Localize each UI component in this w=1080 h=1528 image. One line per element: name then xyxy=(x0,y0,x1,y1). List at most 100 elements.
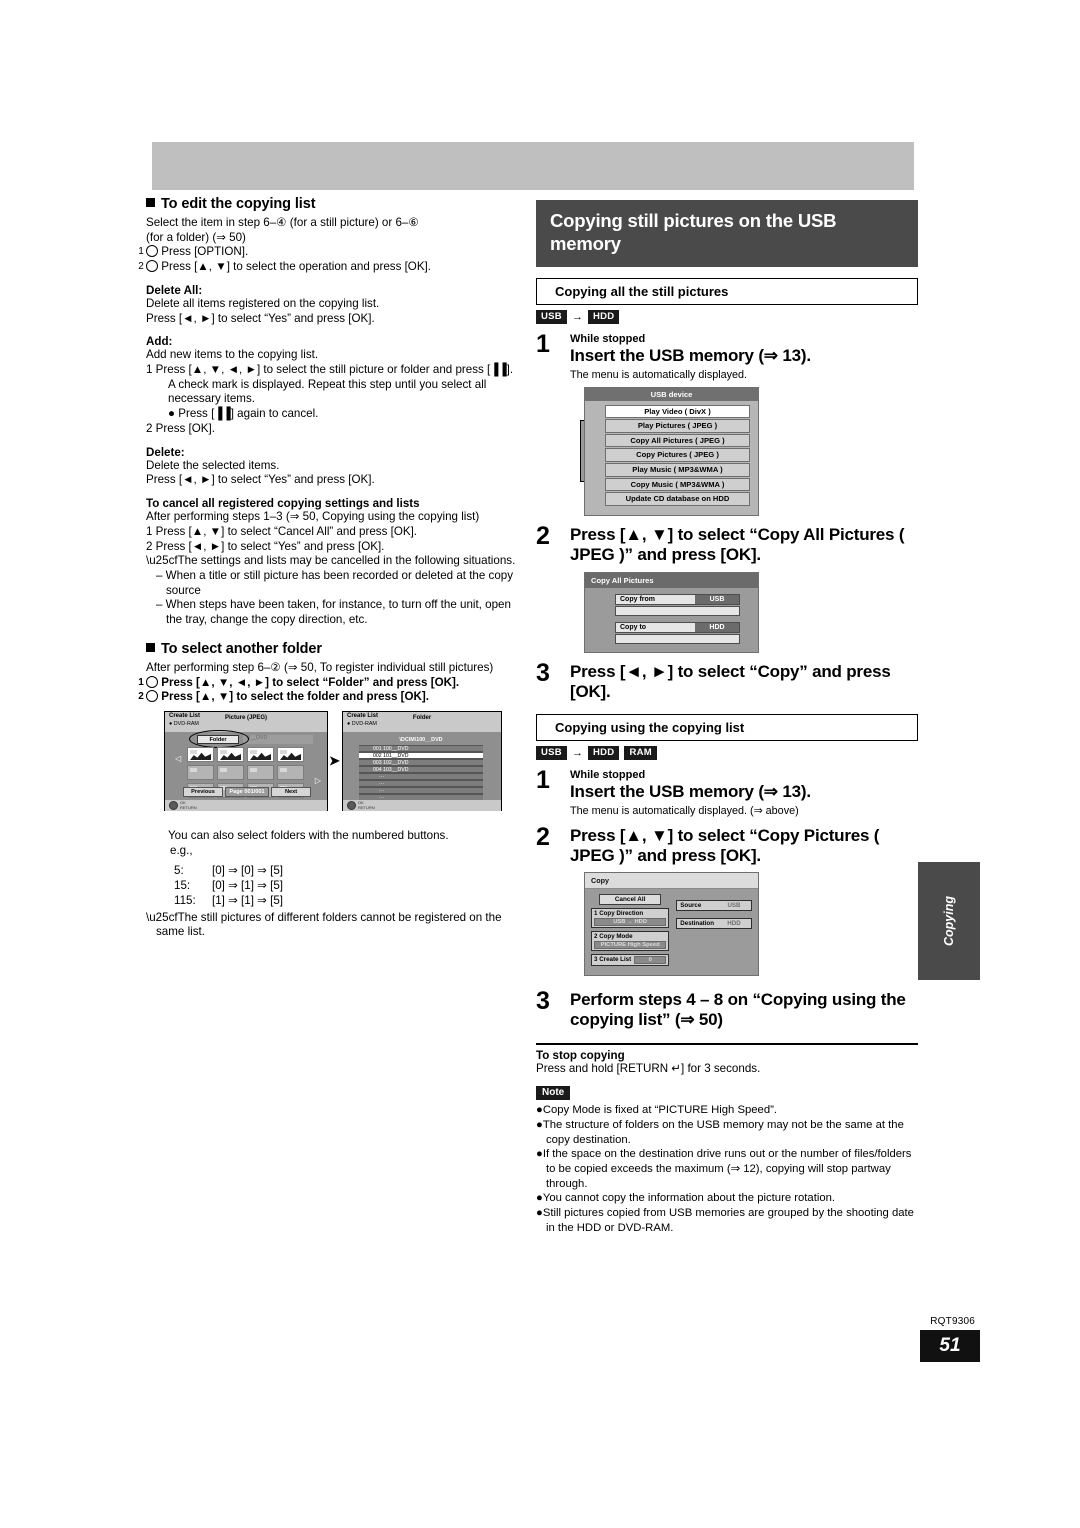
create-list-picture-screen: Create List ● DVD-RAM Picture (JPEG) Fol… xyxy=(164,710,328,811)
folder-screen-title: Create List xyxy=(347,712,379,719)
cancel-all-heading: To cancel all registered copying setting… xyxy=(146,497,420,511)
media-badge-usb: USB xyxy=(536,310,567,325)
example-row: 15: [0] ⇒ [1] ⇒ [5] xyxy=(174,879,283,893)
cancel-all-button[interactable]: Cancel All xyxy=(599,893,662,905)
final-bullet: \u25cfThe still pictures of different fo… xyxy=(146,910,502,939)
step-number: 3 xyxy=(536,986,550,1015)
step-heading: Press [▲, ▼] to select “Copy Pictures ( … xyxy=(570,825,880,866)
destination-label: Destination xyxy=(680,919,714,927)
step-heading: Press [◄, ►] to select “Copy” and press … xyxy=(570,661,891,702)
folder-screen-header: Folder xyxy=(412,714,432,721)
intro-line-1: Select the item in step 6–④ (for a still… xyxy=(146,216,419,229)
usb-menu-item-update-cd-database[interactable]: Update CD database on HDD xyxy=(605,492,750,506)
step-number: 2 xyxy=(536,822,550,851)
media-badge-hdd-2: HDD xyxy=(587,745,620,760)
folder-row[interactable]: 002 101__DVD xyxy=(359,751,483,759)
header-gray-bar xyxy=(152,142,914,190)
cancel-bullet: \u25cfThe settings and lists may be canc… xyxy=(146,554,516,568)
copy-direction-label: 1 Copy Direction xyxy=(594,909,644,917)
delete-line-1: Delete the selected items. xyxy=(146,458,280,472)
side-tab-label: Copying xyxy=(942,896,956,946)
intro-line-2: (for a folder) (⇒ 50) xyxy=(146,230,246,244)
add-line-5: 2 Press [OK]. xyxy=(146,421,215,435)
usb-menu-item-copy-music[interactable]: Copy Music ( MP3&WMA ) xyxy=(605,477,750,492)
cancel-dash-2: – When steps have been taken, for instan… xyxy=(156,598,511,627)
copy-from-row[interactable]: Copy from USB xyxy=(615,593,740,605)
usb-menu-item-play-video[interactable]: Play Video ( DivX ) xyxy=(605,404,750,419)
section-bar-copy-all: Copying all the still pictures xyxy=(536,278,918,306)
example-row: 115: [1] ⇒ [1] ⇒ [5] xyxy=(174,893,283,907)
copy-mode-value: PICTURE High Speed xyxy=(594,940,667,949)
picture-screen-title: Create List xyxy=(169,712,201,719)
destination-value: HDD xyxy=(727,919,741,927)
source-value: USB xyxy=(727,901,741,909)
add-line-2: 1 Press [▲, ▼, ◄, ►] to select the still… xyxy=(146,363,514,377)
step-number: 1 xyxy=(536,765,550,794)
next-button[interactable]: Next xyxy=(271,786,311,797)
folder-row: ··· xyxy=(359,786,483,794)
delete-all-line-2: Press [◄, ►] to select “Yes” and press [… xyxy=(146,311,375,325)
right-column: Copying still pictures on the USB memory… xyxy=(536,200,918,1235)
return-label-2: RETURN xyxy=(358,804,375,810)
media-badge-usb-2: USB xyxy=(536,745,567,760)
page-indicator: Page 001/001 xyxy=(225,786,269,797)
step-subtext: The menu is automatically displayed. xyxy=(570,368,748,381)
section-bar-copy-list: Copying using the copying list xyxy=(536,713,918,741)
step-3-section1: 3 Press [◄, ►] to select “Copy” and pres… xyxy=(536,660,918,703)
step-heading: Press [▲, ▼] to select “Copy All Picture… xyxy=(570,525,905,565)
previous-button[interactable]: Previous xyxy=(183,786,223,797)
copy-mode-box[interactable]: 2 Copy Mode PICTURE High Speed xyxy=(591,930,670,951)
copy-to-value: HDD xyxy=(695,622,739,632)
left-arrow-icon: ◁ xyxy=(175,753,182,763)
copy-from-label: Copy from xyxy=(620,595,655,603)
media-badge-hdd: HDD xyxy=(587,310,620,325)
step-2-section2: 2 Press [▲, ▼] to select “Copy Pictures … xyxy=(536,822,918,867)
usb-menu-item-play-music[interactable]: Play Music ( MP3&WMA ) xyxy=(605,463,750,477)
folder-row[interactable]: 001 100__DVD xyxy=(359,744,483,752)
step-number: 1 xyxy=(536,330,550,359)
cancel-line-1: After performing steps 1–3 (⇒ 50, Copyin… xyxy=(146,510,480,524)
delete-line-2: Press [◄, ►] to select “Yes” and press [… xyxy=(146,473,375,487)
media-row-section1: USB → HDD xyxy=(536,310,918,325)
copy-direction-box[interactable]: 1 Copy Direction USB → HDD xyxy=(591,907,670,928)
usb-device-menu-screenshot: USB device Play Video ( DivX ) Play Pict… xyxy=(584,386,759,516)
folder-row: ··· xyxy=(359,772,483,780)
usb-menu-item-copy-all-pictures[interactable]: Copy All Pictures ( JPEG ) xyxy=(605,433,750,448)
media-arrow-icon-2: → xyxy=(571,746,583,759)
copy-direction-value: USB → HDD xyxy=(594,917,667,926)
folder-row[interactable]: 004 103__DVD xyxy=(359,765,483,773)
step-3-section2: 3 Perform steps 4 – 8 on “Copying using … xyxy=(536,986,918,1031)
ok-button-icon xyxy=(169,800,178,810)
step-1-section1: 1 While stopped Insert the USB memory (⇒… xyxy=(536,330,918,381)
stop-copying-heading: To stop copying xyxy=(536,1048,625,1062)
stop-copying-text: Press and hold [RETURN ↵] for 3 seconds. xyxy=(536,1061,761,1075)
step-subtext: The menu is automatically displayed. (⇒ … xyxy=(570,804,799,817)
folder-screen-media: ● DVD-RAM xyxy=(347,720,377,727)
folder-row[interactable]: 003 102__DVD xyxy=(359,758,483,766)
folder-path: \DCIM\100__DVD xyxy=(399,736,443,743)
copy-all-dialog-title: Copy All Pictures xyxy=(585,572,758,588)
copy-dialog-title: Copy xyxy=(585,872,758,889)
delete-all-heading: Delete All: xyxy=(146,283,203,297)
square-bullet-icon-2 xyxy=(146,642,155,652)
divider xyxy=(536,1042,918,1045)
copy-from-detail-blank xyxy=(615,605,740,616)
picture-screen-media: ● DVD-RAM xyxy=(169,720,199,727)
step-2-section1: 2 Press [▲, ▼] to select “Copy All Pictu… xyxy=(536,524,918,566)
delete-heading: Delete: xyxy=(146,445,185,459)
create-list-box[interactable]: 3 Create List 0 xyxy=(591,953,670,966)
copy-to-row[interactable]: Copy to HDD xyxy=(615,621,740,633)
note-item: ●You cannot copy the information about t… xyxy=(536,1192,836,1205)
media-row-section2: USB → HDD RAM xyxy=(536,745,918,760)
step-heading: Perform steps 4 – 8 on “Copying using th… xyxy=(570,989,906,1030)
usb-menu-item-copy-pictures[interactable]: Copy Pictures ( JPEG ) xyxy=(605,448,750,463)
step-heading: Insert the USB memory (⇒ 13). xyxy=(570,781,811,801)
document-code: RQT9306 xyxy=(930,1316,975,1327)
usb-menu-title: USB device xyxy=(585,387,758,401)
note-item: ●Copy Mode is fixed at “PICTURE High Spe… xyxy=(536,1104,778,1117)
step-precondition: While stopped xyxy=(570,333,646,346)
note-item: ●The structure of folders on the USB mem… xyxy=(536,1118,904,1146)
note-item: ●Still pictures copied from USB memories… xyxy=(536,1206,914,1234)
step-1-section2: 1 While stopped Insert the USB memory (⇒… xyxy=(536,765,918,817)
usb-menu-item-play-pictures[interactable]: Play Pictures ( JPEG ) xyxy=(605,419,750,433)
